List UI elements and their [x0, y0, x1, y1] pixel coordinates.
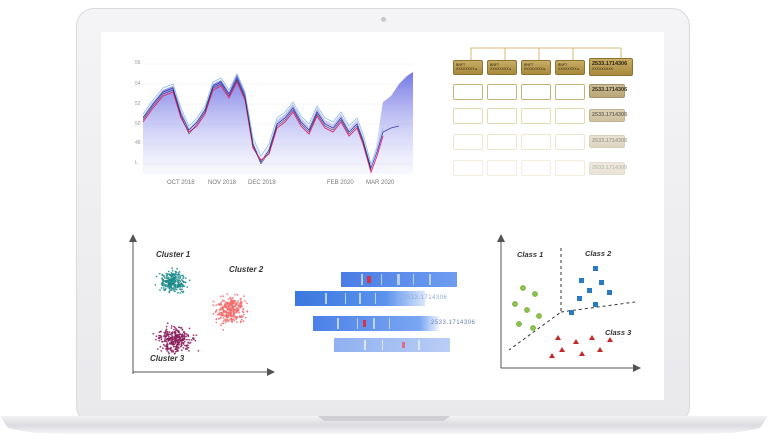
x-tick: DEC 2018: [248, 180, 276, 186]
side-value-text: 2533.1714306: [592, 112, 628, 118]
grid-cell[interactable]: [555, 108, 585, 124]
heat-strip: [313, 316, 439, 331]
x-tick: OCT 2018: [167, 180, 195, 186]
side-value-text: 2533.1714306: [592, 165, 628, 171]
grid-cell[interactable]: [453, 160, 483, 176]
tree-node[interactable]: BNFT XXXXXXXX ▸: [521, 60, 551, 75]
grid-cell[interactable]: [521, 108, 551, 124]
tree-node[interactable]: BNFT XXXXXXXX ▸: [453, 60, 483, 75]
strip-value: 2533.1714306: [403, 295, 448, 301]
side-value[interactable]: 2533.1714306: [589, 84, 628, 98]
node-sub: XXXXXXXX ▸: [524, 67, 546, 71]
class1-points: [512, 285, 542, 331]
grid-cell[interactable]: [521, 134, 551, 150]
tree-node[interactable]: BNFT XXXXXXXX ▸: [487, 60, 517, 75]
heat-strip: [334, 338, 450, 352]
class-label: Class 2: [585, 249, 612, 258]
node-sub: XXXXXXXX ▸: [456, 67, 478, 71]
cluster-label: Cluster 1: [156, 250, 191, 259]
node-sub: XXXXXXXX ▸: [558, 67, 580, 71]
side-value[interactable]: 2533.1714306: [589, 162, 628, 175]
class-label: Class 1: [517, 250, 544, 259]
y-tick: 56: [135, 60, 141, 66]
grid-cell[interactable]: [453, 84, 483, 100]
y-tick: 48: [135, 140, 141, 146]
grid-cell[interactable]: [487, 108, 517, 124]
grid-cell[interactable]: [453, 108, 483, 124]
x-tick: NOV 2018: [208, 180, 237, 186]
side-value-text: 2533.1714306: [592, 87, 628, 93]
node-sub: XXXXXXXXX: [592, 67, 614, 71]
grid-cell[interactable]: [487, 134, 517, 150]
cluster-label: Cluster 3: [150, 354, 185, 363]
heat-strip: [341, 272, 457, 287]
class3-points: [549, 335, 613, 358]
grid-cell[interactable]: [555, 134, 585, 150]
side-value[interactable]: 2533.1714306: [589, 135, 628, 148]
webcam-icon: [381, 17, 386, 22]
tree-node[interactable]: BNFT XXXXXXXX ▸: [555, 60, 585, 75]
node-sub: XXXXXXXX ▸: [490, 67, 512, 71]
grid-cell[interactable]: [521, 160, 551, 176]
strip-value: 2533.1714306: [431, 320, 476, 326]
y-tick: 50: [135, 121, 141, 127]
y-tick: 52: [135, 101, 141, 107]
side-value-text: 2533.1714306: [592, 138, 628, 144]
grid-cell[interactable]: [555, 84, 585, 100]
grid-cell[interactable]: [487, 160, 517, 176]
class2-points: [569, 266, 612, 315]
class-label: Class 3: [605, 328, 632, 337]
grid-cell[interactable]: [487, 84, 517, 100]
side-value[interactable]: 2533.1714306: [589, 109, 628, 122]
laptop-screen: 56 54 52 50 48 L OCT 2018 NOV 2018 DEC 2…: [101, 32, 664, 400]
timeseries-plot: [143, 63, 413, 174]
tree-node-highlight[interactable]: 2533.1714306 XXXXXXXXX: [589, 58, 633, 76]
cluster-label: Cluster 2: [229, 265, 264, 274]
x-tick: MAR 2020: [366, 180, 395, 186]
grid-cell[interactable]: [521, 84, 551, 100]
x-tick: FEB 2020: [327, 180, 354, 186]
y-tick: L: [135, 160, 138, 166]
y-tick: 54: [135, 81, 141, 87]
laptop-base: [0, 412, 768, 442]
grid-cell[interactable]: [453, 134, 483, 150]
grid-cell[interactable]: [555, 160, 585, 176]
